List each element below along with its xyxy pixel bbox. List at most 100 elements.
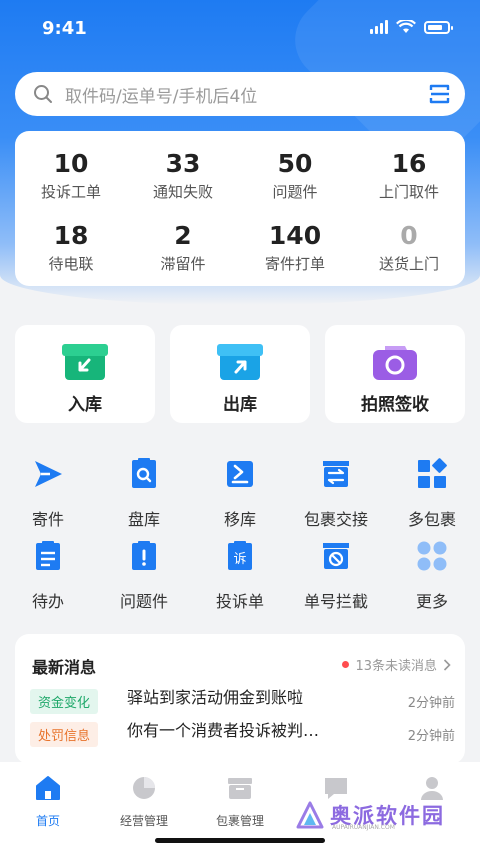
grid-label: 投诉单: [215, 592, 264, 611]
grid-inventory[interactable]: 盘库: [96, 458, 192, 530]
status-time: 9:41: [42, 18, 87, 39]
stat-door-pickup[interactable]: 16 上门取件: [353, 149, 465, 202]
message-tag: 处罚信息: [30, 722, 99, 747]
grid-move[interactable]: 移库: [192, 458, 288, 530]
messages-title: 最新消息: [32, 658, 97, 677]
stat-label: 送货上门: [378, 255, 439, 273]
grid-more[interactable]: 更多: [384, 540, 480, 612]
handover-icon: [323, 461, 349, 487]
home-icon: [36, 776, 60, 800]
stat-home-delivery[interactable]: 0 送货上门: [353, 221, 465, 274]
stat-notify-failed[interactable]: 33 通知失败: [127, 149, 239, 202]
inbound-label: 入库: [68, 395, 102, 415]
search-bar[interactable]: 取件码/运单号/手机后4位: [15, 72, 465, 116]
message-icon: [325, 778, 347, 799]
stat-value: 50: [277, 149, 313, 178]
stats-card: 10 投诉工单 33 通知失败 50 问题件 16 上门取件 18 待电联 2 …: [15, 131, 465, 286]
grid-intercept[interactable]: 单号拦截: [288, 540, 384, 612]
grid-label: 移库: [223, 510, 256, 529]
stat-send-print[interactable]: 140 寄件打单: [239, 221, 351, 274]
grid-complaint[interactable]: 诉 投诉单: [192, 540, 288, 612]
tab-business[interactable]: 经营管理: [96, 774, 192, 829]
inbound-button[interactable]: 入库: [15, 325, 155, 423]
message-item[interactable]: 处罚信息 你有一个消费者投诉被判… 2分钟前: [30, 721, 455, 747]
profile-icon: [421, 777, 443, 800]
scan-icon[interactable]: [429, 83, 451, 105]
stat-value: 33: [165, 149, 201, 178]
tab-label: 首页: [35, 814, 60, 828]
watermark-subtext: AUPAIRUANJIAN.COM: [332, 824, 395, 831]
stat-label: 上门取件: [378, 183, 439, 201]
wifi-icon: [396, 20, 416, 33]
stat-label: 通知失败: [152, 183, 213, 201]
stat-complaint-orders[interactable]: 10 投诉工单: [15, 149, 127, 202]
multi-package-icon: [418, 458, 447, 488]
tab-label: 经营管理: [119, 814, 168, 828]
inventory-icon: [132, 458, 156, 488]
messages-card: 最新消息 13条未读消息 资金变化 驿站到家活动佣金到账啦 2分钟前 处罚信息 …: [15, 634, 465, 764]
stat-value: 140: [268, 221, 322, 250]
outbound-label: 出库: [223, 395, 257, 415]
photo-sign-button[interactable]: 拍照签收: [325, 325, 465, 423]
grid-label: 多包裹: [407, 510, 456, 529]
signal-icon: [370, 20, 388, 34]
outbound-box-icon: [217, 344, 263, 380]
send-icon: [35, 461, 62, 487]
stat-stranded[interactable]: 2 滞留件: [127, 221, 239, 274]
grid-label: 盘库: [127, 510, 160, 529]
svg-text:诉: 诉: [233, 552, 246, 567]
pie-chart-icon: [133, 777, 155, 799]
stat-label: 问题件: [272, 183, 318, 201]
chevron-right-icon: [443, 658, 451, 671]
grid-label: 寄件: [31, 510, 64, 529]
message-text: 驿站到家活动佣金到账啦: [127, 688, 304, 707]
watermark-logo-icon: [296, 801, 324, 829]
search-input[interactable]: 取件码/运单号/手机后4位: [65, 82, 429, 107]
grid-multi-package[interactable]: 多包裹: [384, 458, 480, 530]
stat-value: 10: [53, 149, 89, 178]
message-tag: 资金变化: [30, 689, 99, 714]
stat-pending-call[interactable]: 18 待电联: [15, 221, 127, 274]
problem-icon: [132, 541, 156, 570]
stat-value: 2: [174, 221, 192, 250]
tab-label: 包裹管理: [215, 814, 264, 828]
grid-label: 问题件: [119, 592, 168, 611]
unread-count: 13条未读消息: [355, 659, 437, 674]
stat-value: 18: [53, 221, 89, 250]
camera-icon: [373, 346, 417, 380]
message-item[interactable]: 资金变化 驿站到家活动佣金到账啦 2分钟前: [30, 688, 455, 714]
outbound-button[interactable]: 出库: [170, 325, 310, 423]
complaint-icon: 诉: [228, 541, 252, 570]
battery-icon: [424, 20, 453, 34]
grid-label: 包裹交接: [303, 510, 368, 529]
intercept-icon: [323, 543, 349, 569]
status-bar: 9:41: [0, 0, 480, 60]
home-indicator: [155, 838, 325, 843]
inbound-box-icon: [62, 344, 108, 380]
stat-value: 0: [400, 221, 418, 250]
stat-problem-items[interactable]: 50 问题件: [239, 149, 351, 202]
grid-send[interactable]: 寄件: [0, 458, 96, 530]
status-icons: [370, 20, 453, 34]
stat-label: 滞留件: [160, 255, 206, 273]
stat-label: 寄件打单: [264, 255, 325, 273]
stat-value: 16: [391, 149, 427, 178]
search-icon: [34, 85, 52, 103]
more-icon: [417, 541, 447, 571]
tab-home[interactable]: 首页: [0, 774, 96, 829]
message-text: 你有一个消费者投诉被判…: [127, 721, 320, 740]
photo-sign-label: 拍照签收: [361, 395, 429, 415]
grid-handover[interactable]: 包裹交接: [288, 458, 384, 530]
todo-icon: [36, 541, 60, 570]
package-icon: [228, 778, 252, 799]
unread-dot: [342, 661, 350, 668]
grid-todo[interactable]: 待办: [0, 540, 96, 612]
grid-problem[interactable]: 问题件: [96, 540, 192, 612]
stat-label: 待电联: [48, 255, 94, 273]
unread-messages-link[interactable]: 13条未读消息: [342, 655, 451, 674]
message-time: 2分钟前: [407, 729, 455, 744]
stat-label: 投诉工单: [40, 183, 101, 201]
tab-packages[interactable]: 包裹管理: [192, 774, 288, 829]
watermark: 奥派软件园 AUPAIRUANJIAN.COM: [296, 800, 445, 831]
move-icon: [227, 461, 253, 487]
